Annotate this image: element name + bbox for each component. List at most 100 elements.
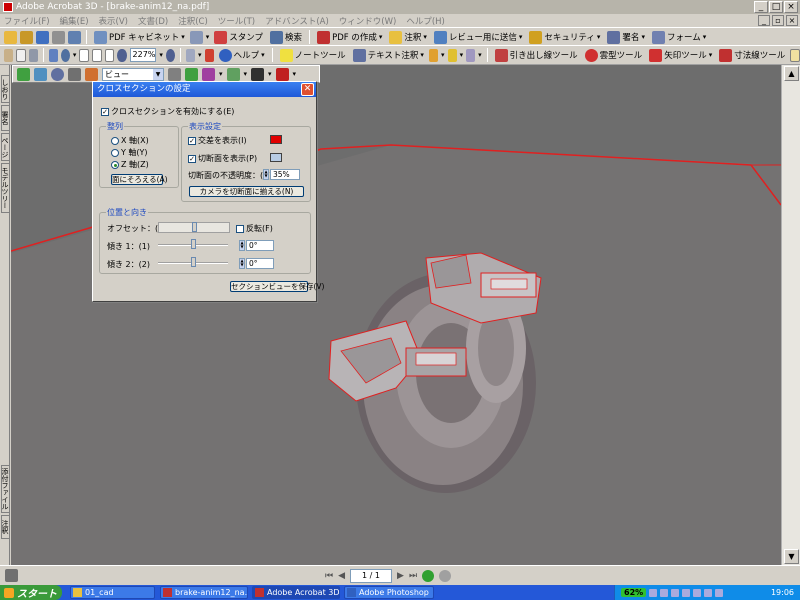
radio-x-button[interactable] (111, 136, 119, 145)
clock[interactable]: 19:06 (771, 588, 800, 597)
text-annotation-button[interactable]: テキスト注釈 ▾ (351, 47, 426, 63)
tray-icon-1[interactable] (649, 588, 658, 597)
offset-slider-thumb[interactable] (192, 222, 197, 232)
save-section-view-button[interactable]: セクションビューを保存(V) (230, 281, 324, 292)
tab-attachments[interactable]: 添付ファイル (1, 465, 10, 513)
intersection-color-swatch[interactable] (270, 135, 282, 144)
view-select[interactable]: ビュー ▼ (102, 67, 164, 81)
actual-size-icon[interactable] (79, 48, 90, 62)
pdf-create-button[interactable]: PDF の作成 ▾ (315, 29, 384, 45)
radio-x-axis[interactable]: X 軸(X) (111, 135, 149, 146)
tray-icon-2[interactable] (660, 588, 669, 597)
select-tool-icon[interactable] (16, 48, 26, 62)
tray-icon-5[interactable] (693, 588, 702, 597)
annotate-button[interactable]: 注釈 ▾ (387, 29, 429, 45)
tilt2-slider-thumb[interactable] (191, 257, 196, 267)
stamp-tool-icon[interactable] (428, 48, 438, 62)
menu-comments[interactable]: 注釈(C) (178, 15, 208, 27)
tab-signatures[interactable]: 署名 (1, 105, 10, 131)
tab-model-tree[interactable]: モデルツリー (1, 163, 10, 213)
first-page-button[interactable]: ⏮ (325, 571, 333, 581)
cloud-tool-button[interactable]: 雲型ツール (583, 47, 645, 63)
stamp-button[interactable]: スタンプ (212, 29, 265, 45)
flip-checkbox[interactable]: 反転(F) (236, 223, 273, 234)
show-section-plane-checkbox[interactable]: ✓ 切断面を表示(P) (188, 153, 257, 164)
enable-cross-section-checkbox[interactable]: ✓ クロスセクションを有効にする(E) (101, 106, 234, 117)
flip-checkbox-box[interactable] (236, 224, 244, 233)
play-animation-icon[interactable] (168, 67, 181, 81)
yahoo-icon[interactable] (204, 48, 214, 62)
back-view-icon[interactable] (422, 570, 435, 582)
doc-restore-button[interactable]: ▫ (772, 15, 784, 26)
radio-z-button[interactable] (111, 160, 119, 169)
form-button[interactable]: フォーム ▾ (650, 29, 708, 45)
dialog-close-button[interactable]: ✕ (301, 83, 314, 96)
zoom-tool-icon[interactable] (60, 48, 70, 62)
render-mode-icon[interactable] (202, 67, 215, 81)
dimension-tool-button[interactable]: 寸法線ツール (717, 47, 787, 63)
next-page-button[interactable]: ▶ (397, 571, 404, 581)
callout-tool-button[interactable]: 引き出し線ツール (493, 47, 580, 63)
taskbar-item-folder[interactable]: 01_cad (70, 586, 155, 599)
save-icon[interactable] (36, 30, 49, 44)
highlight-icon[interactable] (447, 48, 457, 62)
fit-width-icon[interactable] (104, 48, 115, 62)
prev-page-button[interactable]: ◀ (338, 571, 345, 581)
hand-tool-icon[interactable] (4, 48, 14, 62)
menu-tools[interactable]: ツール(T) (218, 15, 255, 27)
forward-view-icon[interactable] (439, 570, 452, 582)
menu-document[interactable]: 文書(D) (138, 15, 168, 27)
align-to-face-button[interactable]: 面にそろえる(A) (111, 174, 168, 185)
tilt2-slider[interactable] (158, 257, 228, 268)
menu-help[interactable]: ヘルプ(H) (406, 15, 445, 27)
taskbar-item-acrobat[interactable]: Adobe Acrobat 3D - ... (252, 586, 340, 599)
home-view-icon[interactable] (85, 67, 98, 81)
radio-y-button[interactable] (111, 148, 119, 157)
open-folder-icon[interactable] (4, 30, 17, 44)
zoom-level-field[interactable]: 227% (129, 48, 157, 62)
zoom-out-icon[interactable] (117, 48, 127, 62)
pen-icon[interactable] (189, 30, 203, 44)
typewriter-icon[interactable] (790, 48, 800, 62)
doc-close-button[interactable]: × (786, 15, 798, 26)
close-window-button[interactable]: × (784, 1, 798, 13)
print-icon[interactable] (52, 30, 65, 44)
show-section-plane-box[interactable]: ✓ (188, 154, 196, 163)
sign-button[interactable]: 署名 ▾ (605, 29, 647, 45)
minimize-button[interactable]: _ (754, 1, 768, 13)
tab-pages[interactable]: ページ (1, 133, 10, 161)
zoom-3d-icon[interactable] (51, 67, 64, 81)
rotate-icon[interactable] (185, 48, 196, 62)
last-page-button[interactable]: ⏭ (409, 571, 417, 581)
help-button[interactable]: ヘルプ ▾ (217, 47, 267, 63)
doc-minimize-button[interactable]: _ (758, 15, 770, 26)
menu-window[interactable]: ウィンドウ(W) (339, 15, 397, 27)
attach-icon[interactable] (466, 48, 476, 62)
taskbar-item-pdf[interactable]: brake-anim12_na.pdf (160, 586, 248, 599)
show-intersection-checkbox[interactable]: ✓ 交差を表示(I) (188, 135, 247, 146)
zoom-in-icon[interactable] (165, 48, 175, 62)
tilt1-spinner[interactable]: ▲ ▼ (239, 240, 245, 251)
snapshot-icon[interactable] (28, 48, 38, 62)
maximize-button[interactable]: □ (769, 1, 783, 13)
tilt2-spinner[interactable]: ▲ ▼ (239, 258, 245, 269)
tab-comments[interactable]: 注釈 (1, 515, 10, 539)
align-camera-button[interactable]: カメラを切断面に揃える(N) (189, 186, 304, 197)
model-tree-toggle-icon[interactable] (185, 67, 198, 81)
arrow-tool-button[interactable]: 矢印ツール ▾ (647, 47, 714, 63)
tray-icon-7[interactable] (715, 588, 724, 597)
security-button[interactable]: セキュリティ ▾ (527, 29, 602, 45)
enable-checkbox-box[interactable]: ✓ (101, 107, 109, 116)
cross-section-icon[interactable] (275, 67, 289, 81)
pan-3d-icon[interactable] (34, 67, 47, 81)
tray-icon-3[interactable] (671, 588, 680, 597)
background-color-icon[interactable] (251, 67, 265, 81)
tray-icon-4[interactable] (682, 588, 691, 597)
start-button[interactable]: スタート (0, 585, 62, 600)
search-button[interactable]: 検索 (268, 29, 304, 45)
radio-z-axis[interactable]: Z 軸(Z) (111, 159, 149, 170)
menu-edit[interactable]: 編集(E) (60, 15, 89, 27)
crop-icon[interactable] (48, 48, 58, 62)
tilt1-slider[interactable] (158, 239, 228, 250)
battery-indicator[interactable]: 62% (621, 588, 647, 597)
